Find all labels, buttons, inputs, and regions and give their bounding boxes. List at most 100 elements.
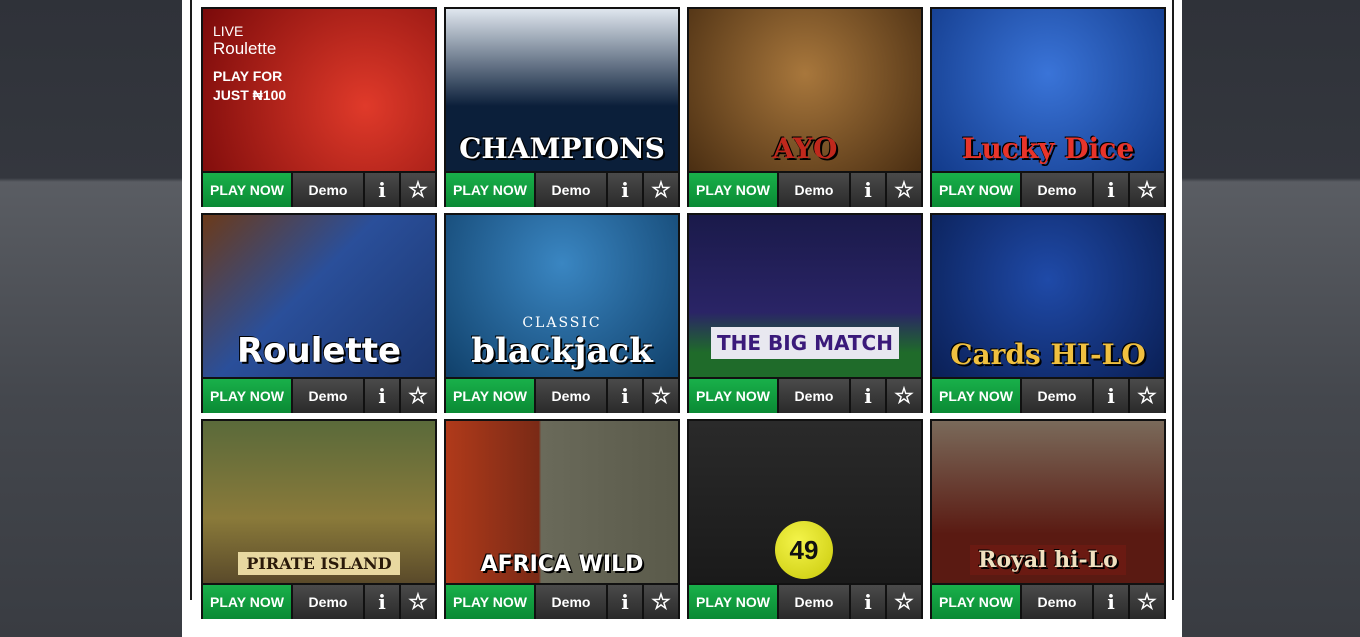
game-card-champions: CHAMPIONS PLAY NOW Demo i ☆ [444, 7, 680, 207]
play-now-button[interactable]: PLAY NOW [203, 379, 291, 413]
game-title: AYO [772, 132, 838, 165]
game-title: Roulette [236, 331, 402, 371]
game-thumbnail[interactable]: AFRICA WILD [446, 421, 678, 583]
game-card-roulette: Roulette PLAY NOW Demo i ☆ [201, 213, 437, 413]
play-now-button[interactable]: PLAY NOW [203, 173, 291, 207]
demo-button[interactable]: Demo [779, 585, 849, 619]
info-icon[interactable]: i [365, 173, 399, 207]
game-action-bar: PLAY NOW Demo i ☆ [932, 173, 1164, 207]
game-title: AFRICA WILD [480, 552, 644, 577]
panel-divider-left [190, 0, 192, 600]
demo-button[interactable]: Demo [779, 173, 849, 207]
play-now-button[interactable]: PLAY NOW [932, 379, 1020, 413]
panel-divider-right [1172, 0, 1174, 600]
demo-button[interactable]: Demo [536, 379, 606, 413]
game-thumbnail[interactable]: CLASSIC blackjack [446, 215, 678, 377]
play-now-button[interactable]: PLAY NOW [446, 173, 534, 207]
demo-button[interactable]: Demo [293, 585, 363, 619]
game-thumbnail[interactable]: Cards HI-LO [932, 215, 1164, 377]
game-thumbnail[interactable]: CHAMPIONS [446, 9, 678, 171]
game-action-bar: PLAY NOW Demo i ☆ [203, 173, 435, 207]
play-now-button[interactable]: PLAY NOW [932, 173, 1020, 207]
game-title: blackjack [471, 331, 653, 371]
favorite-star-icon[interactable]: ☆ [644, 379, 678, 413]
game-card-live-roulette: LIVE Roulette PLAY FOR JUST ₦100 PLAY NOW … [201, 7, 437, 207]
game-thumbnail[interactable]: Royal hi-Lo [932, 421, 1164, 583]
game-card-classic-blackjack: CLASSIC blackjack PLAY NOW Demo i ☆ [444, 213, 680, 413]
game-action-bar: PLAY NOW Demo i ☆ [446, 379, 678, 413]
promo-text: PLAY FOR JUST ₦100 [213, 68, 287, 103]
demo-button[interactable]: Demo [1022, 585, 1092, 619]
play-now-button[interactable]: PLAY NOW [446, 379, 534, 413]
game-action-bar: PLAY NOW Demo i ☆ [689, 173, 921, 207]
game-thumbnail[interactable]: LIVE Roulette PLAY FOR JUST ₦100 [203, 9, 435, 171]
favorite-star-icon[interactable]: ☆ [887, 379, 921, 413]
game-title: Royal hi-Lo [970, 545, 1126, 575]
info-icon[interactable]: i [1094, 585, 1128, 619]
game-action-bar: PLAY NOW Demo i ☆ [932, 585, 1164, 619]
info-icon[interactable]: i [1094, 173, 1128, 207]
page-background-right [1182, 0, 1360, 637]
game-thumbnail[interactable]: PIRATE ISLAND [203, 421, 435, 583]
favorite-star-icon[interactable]: ☆ [1130, 379, 1164, 413]
game-title: PIRATE ISLAND [238, 552, 400, 575]
demo-button[interactable]: Demo [1022, 379, 1092, 413]
game-card-royal-hi-lo: Royal hi-Lo PLAY NOW Demo i ☆ [930, 419, 1166, 619]
demo-button[interactable]: Demo [293, 379, 363, 413]
game-thumbnail[interactable]: Roulette [203, 215, 435, 377]
game-title: CHAMPIONS [459, 132, 665, 165]
games-grid: LIVE Roulette PLAY FOR JUST ₦100 PLAY NOW … [201, 7, 1167, 619]
game-action-bar: PLAY NOW Demo i ☆ [446, 173, 678, 207]
game-action-bar: PLAY NOW Demo i ☆ [446, 585, 678, 619]
play-now-button[interactable]: PLAY NOW [932, 585, 1020, 619]
favorite-star-icon[interactable]: ☆ [887, 585, 921, 619]
game-card-africa-wild: AFRICA WILD PLAY NOW Demo i ☆ [444, 419, 680, 619]
game-card-lucky-dice: Lucky Dice PLAY NOW Demo i ☆ [930, 7, 1166, 207]
demo-button[interactable]: Demo [536, 173, 606, 207]
info-icon[interactable]: i [1094, 379, 1128, 413]
favorite-star-icon[interactable]: ☆ [644, 585, 678, 619]
info-icon[interactable]: i [608, 173, 642, 207]
game-card-the-big-match: THE BIG MATCH PLAY NOW Demo i ☆ [687, 213, 923, 413]
game-action-bar: PLAY NOW Demo i ☆ [203, 379, 435, 413]
demo-button[interactable]: Demo [536, 585, 606, 619]
demo-button[interactable]: Demo [1022, 173, 1092, 207]
favorite-star-icon[interactable]: ☆ [644, 173, 678, 207]
game-title: Lucky Dice [961, 132, 1135, 165]
game-thumbnail[interactable]: THE BIG MATCH [689, 215, 921, 377]
play-now-button[interactable]: PLAY NOW [689, 379, 777, 413]
favorite-star-icon[interactable]: ☆ [401, 585, 435, 619]
game-action-bar: PLAY NOW Demo i ☆ [689, 379, 921, 413]
favorite-star-icon[interactable]: ☆ [1130, 173, 1164, 207]
game-thumbnail[interactable]: 49 [689, 421, 921, 583]
game-card-49s: 49 PLAY NOW Demo i ☆ [687, 419, 923, 619]
play-now-button[interactable]: PLAY NOW [446, 585, 534, 619]
game-subtitle: CLASSIC [522, 315, 602, 331]
info-icon[interactable]: i [608, 379, 642, 413]
favorite-star-icon[interactable]: ☆ [887, 173, 921, 207]
favorite-star-icon[interactable]: ☆ [401, 379, 435, 413]
info-icon[interactable]: i [608, 585, 642, 619]
game-title: Cards HI-LO [950, 338, 1146, 371]
game-action-bar: PLAY NOW Demo i ☆ [203, 585, 435, 619]
info-icon[interactable]: i [851, 173, 885, 207]
page-background-left [0, 0, 182, 637]
game-thumbnail[interactable]: AYO [689, 9, 921, 171]
game-card-ayo: AYO PLAY NOW Demo i ☆ [687, 7, 923, 207]
info-icon[interactable]: i [365, 379, 399, 413]
play-now-button[interactable]: PLAY NOW [689, 173, 777, 207]
demo-button[interactable]: Demo [779, 379, 849, 413]
info-icon[interactable]: i [851, 379, 885, 413]
info-icon[interactable]: i [851, 585, 885, 619]
game-card-pirate-island: PIRATE ISLAND PLAY NOW Demo i ☆ [201, 419, 437, 619]
game-card-cards-hi-lo: Cards HI-LO PLAY NOW Demo i ☆ [930, 213, 1166, 413]
demo-button[interactable]: Demo [293, 173, 363, 207]
game-thumbnail[interactable]: Lucky Dice [932, 9, 1164, 171]
play-now-button[interactable]: PLAY NOW [203, 585, 291, 619]
favorite-star-icon[interactable]: ☆ [1130, 585, 1164, 619]
info-icon[interactable]: i [365, 585, 399, 619]
favorite-star-icon[interactable]: ☆ [401, 173, 435, 207]
live-label: LIVE Roulette [213, 23, 277, 58]
play-now-button[interactable]: PLAY NOW [689, 585, 777, 619]
game-action-bar: PLAY NOW Demo i ☆ [932, 379, 1164, 413]
